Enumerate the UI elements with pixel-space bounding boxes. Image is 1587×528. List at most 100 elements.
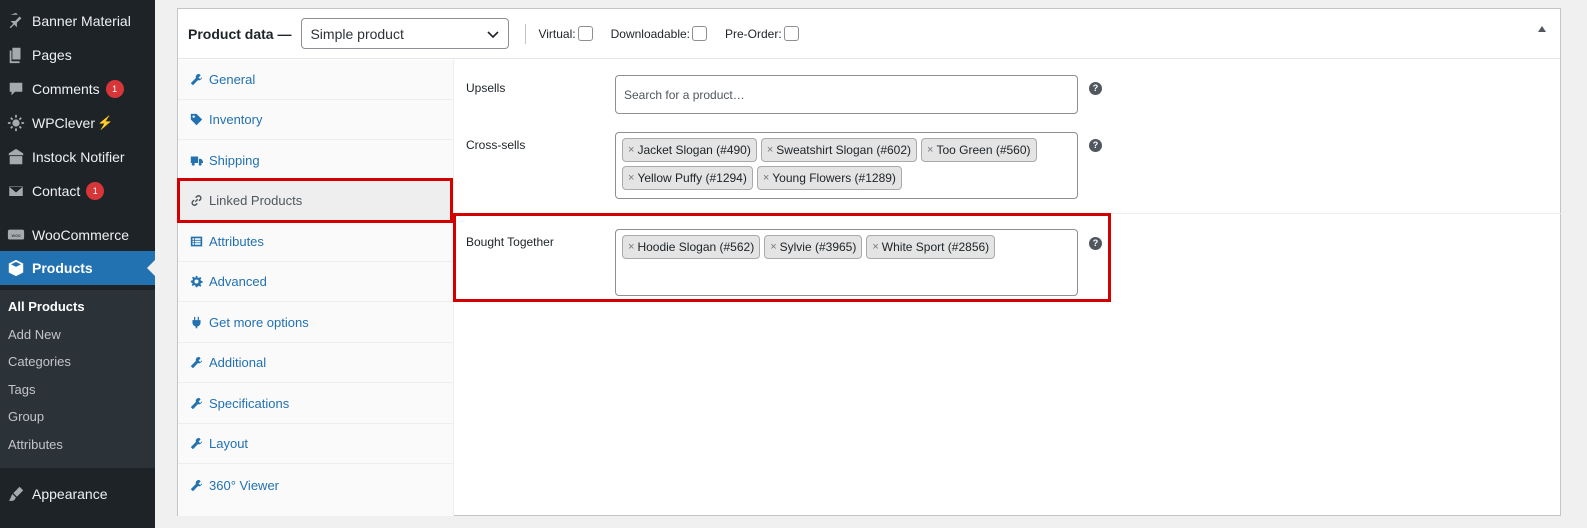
menu-item-wpclever[interactable]: WPClever ⚡ bbox=[0, 106, 155, 140]
menu-label: Contact bbox=[32, 183, 81, 199]
upsells-search-input[interactable]: Search for a product… bbox=[615, 75, 1078, 114]
pin-icon bbox=[6, 11, 26, 31]
bought-together-help-icon[interactable]: ? bbox=[1089, 237, 1102, 250]
token-label: Sylvie (#3965) bbox=[779, 240, 857, 254]
downloadable-label: Downloadable: bbox=[610, 26, 690, 41]
menu-item-appearance[interactable]: Appearance bbox=[0, 477, 155, 511]
tab-label: Linked Products bbox=[209, 193, 303, 208]
downloadable-option: Downloadable: bbox=[611, 26, 707, 41]
tab-label: Layout bbox=[209, 436, 249, 451]
tab-shipping[interactable]: Shipping bbox=[178, 141, 454, 181]
lightning-icon: ⚡ bbox=[97, 115, 114, 130]
tab-general[interactable]: General bbox=[178, 60, 454, 100]
tab-advanced[interactable]: Advanced bbox=[178, 262, 454, 302]
sun-icon bbox=[6, 113, 26, 133]
cross-sell-token: × Jacket Slogan (#490) bbox=[622, 138, 757, 162]
cross-sell-token: × Yellow Puffy (#1294) bbox=[622, 166, 753, 190]
comment-icon bbox=[6, 79, 26, 99]
token-label: White Sport (#2856) bbox=[881, 240, 990, 254]
wrench-icon bbox=[188, 436, 204, 452]
tab-get-more-options[interactable]: Get more options bbox=[178, 303, 454, 343]
tab-layout[interactable]: Layout bbox=[178, 424, 454, 464]
comments-count-badge: 1 bbox=[105, 80, 124, 98]
submenu-categories[interactable]: Categories bbox=[8, 354, 71, 369]
token-label: Jacket Slogan (#490) bbox=[637, 143, 751, 157]
svg-text:woo: woo bbox=[11, 234, 20, 239]
tab-additional[interactable]: Additional bbox=[178, 343, 454, 383]
woo-icon: woo bbox=[6, 225, 26, 245]
gear-icon bbox=[188, 274, 204, 290]
wrench-icon bbox=[188, 396, 204, 412]
upsells-placeholder: Search for a product… bbox=[624, 87, 745, 102]
token-label: Hoodie Slogan (#562) bbox=[637, 240, 755, 254]
tag-icon bbox=[188, 112, 204, 128]
bought-together-input[interactable]: × Hoodie Slogan (#562) × Sylvie (#3965) × W… bbox=[615, 229, 1078, 296]
plug-icon bbox=[188, 315, 204, 331]
cross-sells-help-icon[interactable]: ? bbox=[1089, 139, 1102, 152]
remove-token-icon[interactable]: × bbox=[872, 241, 878, 253]
bought-together-token: × Sylvie (#3965) bbox=[764, 235, 863, 259]
remove-token-icon[interactable]: × bbox=[770, 241, 776, 253]
products-submenu: All Products Add New Categories Tags Gro… bbox=[0, 290, 155, 468]
menu-item-products[interactable]: Products bbox=[0, 251, 155, 285]
tab-inventory[interactable]: Inventory bbox=[178, 100, 454, 140]
menu-label: Comments bbox=[32, 81, 100, 97]
submenu-attributes[interactable]: Attributes bbox=[8, 437, 63, 452]
token-label: Too Green (#560) bbox=[936, 143, 1031, 157]
token-label: Sweatshirt Slogan (#602) bbox=[776, 143, 912, 157]
truck-icon bbox=[188, 153, 204, 169]
bought-together-token: × White Sport (#2856) bbox=[866, 235, 996, 259]
downloadable-checkbox[interactable] bbox=[692, 26, 707, 41]
product-type-select[interactable]: Simple product bbox=[301, 18, 510, 49]
wrench-icon bbox=[188, 72, 204, 88]
cross-sells-input[interactable]: × Jacket Slogan (#490) × Sweatshirt Slogan… bbox=[615, 132, 1078, 199]
tab-specifications[interactable]: Specifications bbox=[178, 384, 454, 424]
tab-label: Attributes bbox=[209, 234, 264, 249]
virtual-checkbox[interactable] bbox=[577, 26, 593, 41]
list-icon bbox=[188, 234, 204, 250]
submenu-tags[interactable]: Tags bbox=[8, 382, 35, 397]
menu-item-instock-notifier[interactable]: Instock Notifier bbox=[0, 140, 155, 174]
tab-360-viewer[interactable]: 360° Viewer bbox=[178, 465, 454, 505]
tab-label: Inventory bbox=[209, 112, 263, 127]
tab-label: Shipping bbox=[209, 153, 260, 168]
pre-order-checkbox[interactable] bbox=[783, 26, 799, 41]
menu-item-pages[interactable]: Pages bbox=[0, 38, 155, 72]
remove-token-icon[interactable]: × bbox=[767, 144, 773, 156]
menu-label: WPClever bbox=[32, 115, 96, 131]
menu-label: WooCommerce bbox=[32, 227, 129, 243]
collapse-arrow-icon[interactable] bbox=[1538, 26, 1546, 32]
remove-token-icon[interactable]: × bbox=[927, 144, 933, 156]
contact-count-badge: 1 bbox=[86, 182, 105, 200]
remove-token-icon[interactable]: × bbox=[628, 241, 634, 253]
cross-sell-token: × Too Green (#560) bbox=[921, 138, 1037, 162]
tab-label: Specifications bbox=[209, 396, 290, 411]
menu-item-banner-material[interactable]: Banner Material bbox=[0, 4, 155, 38]
box-icon bbox=[6, 258, 26, 278]
product-data-title: Product data — bbox=[188, 25, 292, 42]
remove-token-icon[interactable]: × bbox=[763, 172, 769, 184]
tab-label: Get more options bbox=[209, 315, 309, 330]
menu-label: Banner Material bbox=[32, 13, 131, 29]
product-data-tabs: General Inventory Shipping Linked Produc… bbox=[178, 60, 454, 516]
menu-label: Appearance bbox=[32, 486, 108, 502]
menu-item-comments[interactable]: Comments 1 bbox=[0, 72, 155, 106]
tab-attributes[interactable]: Attributes bbox=[178, 222, 454, 262]
cross-sell-token: × Sweatshirt Slogan (#602) bbox=[760, 138, 918, 162]
section-divider bbox=[455, 213, 1561, 214]
cross-sells-label: Cross-sells bbox=[466, 138, 526, 152]
remove-token-icon[interactable]: × bbox=[628, 144, 634, 156]
submenu-all-products[interactable]: All Products bbox=[8, 299, 85, 314]
store-icon bbox=[6, 147, 26, 167]
menu-item-woocommerce[interactable]: woo WooCommerce bbox=[0, 218, 155, 252]
tab-linked-products[interactable]: Linked Products bbox=[178, 181, 454, 221]
submenu-group[interactable]: Group bbox=[8, 409, 44, 424]
remove-token-icon[interactable]: × bbox=[628, 172, 634, 184]
menu-item-contact[interactable]: Contact 1 bbox=[0, 174, 155, 208]
submenu-add-new[interactable]: Add New bbox=[8, 327, 61, 342]
upsells-help-icon[interactable]: ? bbox=[1089, 82, 1102, 95]
virtual-option: Virtual: bbox=[538, 26, 593, 41]
bought-together-token: × Hoodie Slogan (#562) bbox=[622, 235, 761, 259]
product-data-panel: Product data — Simple product Virtual: D… bbox=[177, 8, 1561, 516]
pages-icon bbox=[6, 45, 26, 65]
